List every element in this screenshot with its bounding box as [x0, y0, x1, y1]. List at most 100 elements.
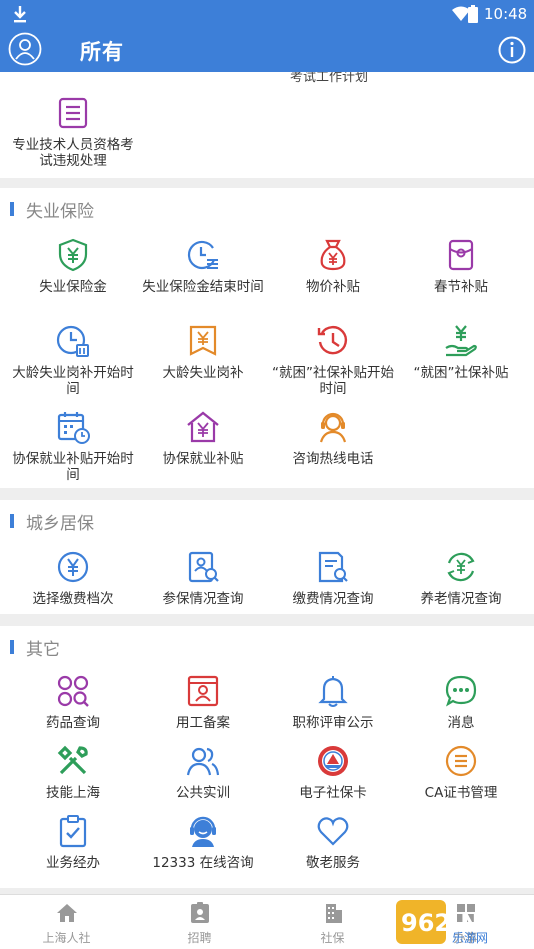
grid-item-label: 敬老服务	[306, 855, 360, 871]
watermark-logo: 962.NET 乐游网	[396, 900, 514, 945]
grid-item-online-consult[interactable]: 12333 在线咨询	[138, 814, 268, 871]
tab-social-security[interactable]: 社保	[266, 895, 399, 949]
people-icon	[186, 747, 220, 776]
grid-item-label: 失业保险金结束时间	[142, 279, 264, 295]
info-icon[interactable]	[498, 36, 526, 64]
grid-item-label: 专业技术人员资格考试违规处理	[12, 137, 134, 169]
grid-item-label: 物价补贴	[306, 279, 360, 295]
tab-recruit[interactable]: 招聘	[133, 895, 266, 949]
grid-item-business[interactable]: 业务经办	[8, 814, 138, 871]
person-search-icon	[188, 551, 219, 583]
clipped-item-label: 考试工作计划	[290, 72, 369, 85]
grid-item-label: 技能上海	[46, 785, 100, 801]
grid-item-exam-violation[interactable]: 专业技术人员资格考试违规处理	[8, 96, 138, 169]
customer-service-icon	[190, 816, 216, 847]
grid-item-pension-query[interactable]: 养老情况查询	[396, 550, 526, 607]
document-search-icon	[318, 551, 348, 583]
grid-item-skills-shanghai[interactable]: 技能上海	[8, 744, 138, 801]
grid-item-benefit-end[interactable]: 失业保险金结束时间	[138, 238, 268, 295]
grid-item-label: 消息	[447, 715, 475, 731]
grid-item-e-social-card[interactable]: 电子社保卡	[268, 744, 398, 801]
section-title: 城乡居保	[26, 514, 94, 534]
tab-home[interactable]: 上海人社	[0, 895, 133, 949]
grid-item-drug-query[interactable]: 药品查询	[8, 674, 138, 731]
grid-item-elderly-service[interactable]: 敬老服务	[268, 814, 398, 871]
bell-icon	[318, 676, 348, 707]
grid-item-jiukun-start[interactable]: “就困”社保补贴开始时间	[268, 324, 398, 397]
section-header: 城乡居保	[0, 500, 534, 540]
tab-label: 招聘	[187, 931, 212, 945]
red-packet-icon	[448, 239, 474, 271]
grid-item-label: 缴费情况查询	[292, 591, 374, 607]
clock-calendar-icon	[56, 325, 89, 357]
grid-item-spring-subsidy[interactable]: 春节补贴	[396, 238, 526, 295]
section-marker	[10, 640, 14, 654]
clock-list-icon	[187, 240, 218, 270]
section-header: 其它	[0, 626, 534, 666]
grid-item-enroll-query[interactable]: 参保情况查询	[138, 550, 268, 607]
page-title: 所有	[80, 40, 124, 64]
watermark-sub: 乐游网	[452, 931, 488, 945]
grid-item-ca-cert[interactable]: CA证书管理	[396, 744, 526, 801]
yuan-house-icon	[187, 411, 219, 443]
grid-item-label: 业务经办	[46, 855, 100, 871]
yuan-circle-icon	[57, 551, 89, 583]
section-unemployment: 失业保险 失业保险金 失业保险金结束时间 物价补贴 春节补贴 大龄失业岗补开始时…	[0, 188, 534, 488]
yuan-shield-icon	[58, 238, 88, 272]
grid-item-benefit[interactable]: 失业保险金	[8, 238, 138, 295]
yuan-card-icon	[189, 325, 217, 356]
grid-item-label: 职称评审公示	[292, 715, 374, 731]
grid-item-senior-subsidy[interactable]: 大龄失业岗补	[138, 324, 268, 381]
section-marker	[10, 202, 14, 216]
clipboard-check-icon	[59, 815, 87, 848]
grid-item-xiebao-start[interactable]: 协保就业补贴开始时间	[8, 410, 138, 483]
grid-item-label: 咨询热线电话	[292, 451, 374, 467]
grid-item-xiebao-subsidy[interactable]: 协保就业补贴	[138, 410, 268, 467]
home-icon	[56, 904, 77, 922]
tab-label: 上海人社	[42, 931, 91, 945]
grid-item-label: 用工备案	[176, 715, 230, 731]
grid-item-label: CA证书管理	[424, 785, 498, 801]
app-bar: 所有	[0, 28, 534, 72]
grid-item-label: 大龄失业岗补开始时间	[12, 365, 134, 397]
id-card-icon	[187, 675, 219, 707]
grid-item-label: “就困”社保补贴	[413, 365, 509, 381]
pills-search-icon	[57, 675, 89, 707]
grid-item-title-review[interactable]: 职称评审公示	[268, 674, 398, 731]
building-icon	[325, 904, 342, 923]
grid-item-label: 协保就业补贴	[162, 451, 244, 467]
section-top: 考试工作计划 专业技术人员资格考试违规处理	[0, 72, 534, 178]
chat-bubble-icon	[445, 675, 477, 707]
history-clock-icon	[317, 326, 347, 355]
grid-item-jiukun-subsidy[interactable]: “就困”社保补贴	[396, 324, 526, 381]
grid-item-employment-filing[interactable]: 用工备案	[138, 674, 268, 731]
calendar-clock-icon	[57, 412, 90, 444]
grid-item-senior-start[interactable]: 大龄失业岗补开始时间	[8, 324, 138, 397]
tab-label: 社保	[320, 931, 345, 945]
grid-item-payment-query[interactable]: 缴费情况查询	[268, 550, 398, 607]
section-header: 失业保险	[0, 188, 534, 228]
headset-person-icon	[319, 412, 347, 443]
grid-item-price-subsidy[interactable]: 物价补贴	[268, 238, 398, 295]
grid-item-hotline[interactable]: 咨询热线电话	[268, 410, 398, 467]
grid-item-select-tier[interactable]: 选择缴费档次	[8, 550, 138, 607]
grid-item-label: 大龄失业岗补	[162, 365, 244, 381]
list-circle-icon	[445, 745, 477, 777]
battery-icon	[468, 5, 478, 23]
grid-item-label: 养老情况查询	[420, 591, 502, 607]
user-icon[interactable]	[8, 32, 42, 66]
grid-item-label: 公共实训	[176, 785, 230, 801]
emblem-icon	[318, 746, 348, 776]
content-scroll[interactable]: 考试工作计划 专业技术人员资格考试违规处理 失业保险 失业保险金 失业保险金结束…	[0, 72, 534, 894]
section-title: 其它	[26, 640, 60, 660]
grid-item-public-training[interactable]: 公共实训	[138, 744, 268, 801]
yuan-hand-icon	[445, 325, 477, 357]
heart-icon	[317, 817, 349, 846]
grid-item-label: 选择缴费档次	[32, 591, 114, 607]
grid-item-messages[interactable]: 消息	[396, 674, 526, 731]
section-marker	[10, 514, 14, 528]
document-list-icon	[58, 97, 88, 129]
status-time: 10:48	[484, 5, 528, 23]
grid-item-label: 协保就业补贴开始时间	[12, 451, 134, 483]
grid-item-label: 电子社保卡	[299, 785, 367, 801]
